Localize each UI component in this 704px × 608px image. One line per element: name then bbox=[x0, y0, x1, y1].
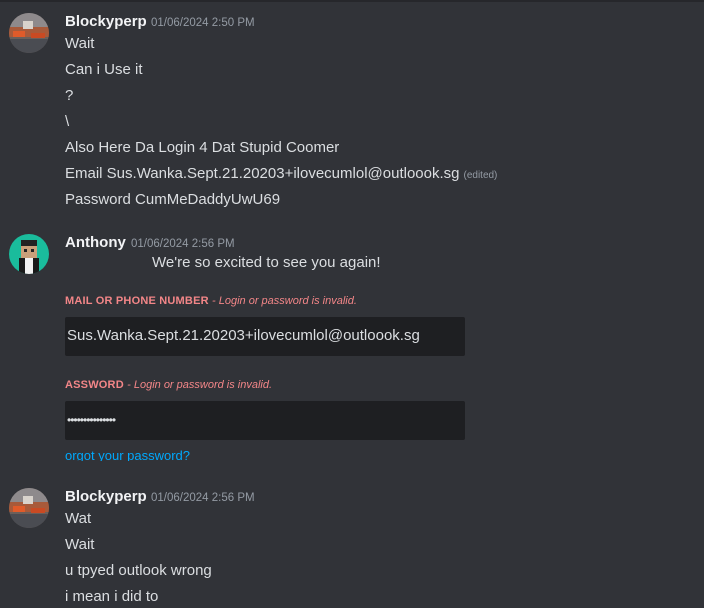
avatar[interactable] bbox=[9, 13, 49, 53]
edited-label: (edited) bbox=[463, 170, 498, 181]
message-text: Can i Use it bbox=[65, 61, 143, 78]
welcome-text: We're so excited to see you again! bbox=[152, 254, 381, 271]
password-label-text: ASSWORD bbox=[65, 379, 124, 391]
top-divider bbox=[0, 0, 704, 2]
timestamp: 01/06/2024 2:50 PM bbox=[151, 17, 255, 29]
email-field: Sus.Wanka.Sept.21.20203+ilovecumlol@outl… bbox=[65, 317, 465, 356]
username[interactable]: Anthony bbox=[65, 234, 126, 251]
password-error: - Login or password is invalid. bbox=[127, 379, 273, 391]
message-text: u tpyed outlook wrong bbox=[65, 562, 212, 579]
password-label: ASSWORD - Login or password is invalid. bbox=[65, 379, 272, 391]
email-error: - Login or password is invalid. bbox=[212, 295, 357, 307]
message-text: Wait bbox=[65, 536, 95, 553]
message-text: Wat bbox=[65, 510, 92, 527]
timestamp: 01/06/2024 2:56 PM bbox=[151, 492, 255, 504]
message-text: Wait bbox=[65, 35, 95, 52]
message-text: Also Here Da Login 4 Dat Stupid Coomer bbox=[65, 139, 340, 156]
email-value: Sus.Wanka.Sept.21.20203+ilovecumlol@outl… bbox=[67, 327, 420, 344]
message-text-content: Email Sus.Wanka.Sept.21.20203+ilovecumlo… bbox=[65, 165, 460, 182]
message-text: Email Sus.Wanka.Sept.21.20203+ilovecumlo… bbox=[65, 165, 497, 182]
message-text: Password CumMeDaddyUwU69 bbox=[65, 191, 281, 208]
username[interactable]: Blockyperp bbox=[65, 13, 147, 30]
timestamp: 01/06/2024 2:56 PM bbox=[131, 238, 235, 250]
email-label-text: MAIL OR PHONE NUMBER bbox=[65, 295, 209, 307]
avatar[interactable] bbox=[9, 488, 49, 528]
password-value: ••••••••••••••• bbox=[67, 413, 116, 427]
message-text: ? bbox=[65, 87, 74, 104]
password-field: ••••••••••••••• bbox=[65, 401, 465, 440]
email-label: MAIL OR PHONE NUMBER - Login or password… bbox=[65, 295, 357, 307]
message-text: i mean i did to bbox=[65, 588, 159, 605]
username[interactable]: Blockyperp bbox=[65, 488, 147, 505]
message-text: \ bbox=[65, 113, 70, 130]
forgot-password-link: orgot your password? bbox=[65, 447, 225, 461]
avatar[interactable] bbox=[9, 234, 49, 274]
forgot-password-text: orgot your password? bbox=[65, 448, 191, 461]
